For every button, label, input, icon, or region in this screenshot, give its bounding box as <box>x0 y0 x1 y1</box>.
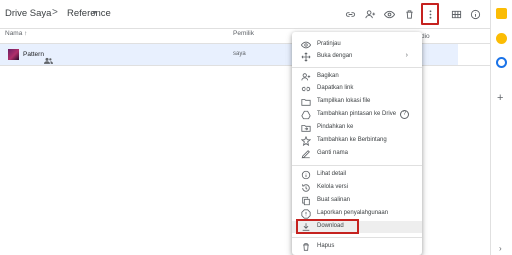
star-icon <box>301 136 311 146</box>
menu-item-label: Tambahkan pintasan ke Drive <box>317 111 397 117</box>
menu-item-make-copy[interactable]: Buat salinan <box>292 195 422 207</box>
add-addon-icon[interactable]: + <box>497 92 503 104</box>
header-bar: Drive Saya > Reference ▼ <box>0 0 490 28</box>
menu-divider <box>292 165 422 166</box>
keep-app-icon[interactable] <box>496 8 507 19</box>
tasks-app-icon[interactable] <box>496 33 507 44</box>
menu-item-label: Dapatkan link <box>317 85 354 91</box>
menu-item-show-file-location[interactable]: Tampilkan lokasi file <box>292 96 422 108</box>
file-name: Pattern <box>23 51 44 58</box>
menu-item-rename[interactable]: Ganti nama <box>292 148 422 160</box>
breadcrumb-root[interactable]: Drive Saya <box>5 8 51 19</box>
open-with-icon <box>301 52 311 62</box>
history-icon <box>301 183 311 193</box>
menu-item-label: Kelola versi <box>317 184 349 190</box>
menu-item-view-details[interactable]: Lihat detail <box>292 169 422 181</box>
shared-people-icon <box>44 51 53 64</box>
menu-item-get-link[interactable]: Dapatkan link <box>292 83 422 95</box>
menu-item-label: Buka dengan <box>317 53 353 59</box>
menu-item-label: Bagikan <box>317 73 339 79</box>
trash-icon[interactable] <box>400 6 418 22</box>
breadcrumb-separator-icon: > <box>52 7 58 18</box>
pencil-icon <box>301 149 311 159</box>
menu-item-label: Lihat detail <box>317 171 347 177</box>
trash-icon <box>301 242 311 252</box>
eye-icon[interactable] <box>380 6 398 22</box>
info-icon[interactable] <box>466 6 484 22</box>
folder-icon <box>301 97 311 107</box>
help-icon[interactable]: ? <box>400 110 409 119</box>
menu-item-add-star[interactable]: Tambahkan ke Berbintang <box>292 135 422 147</box>
menu-divider <box>292 67 422 68</box>
menu-item-label: Tambahkan ke Berbintang <box>317 137 387 143</box>
download-highlight <box>296 219 359 234</box>
image-file-icon <box>8 49 19 60</box>
link-icon <box>301 84 311 94</box>
info-icon <box>301 170 311 180</box>
menu-item-preview[interactable]: Pratinjau <box>292 39 422 51</box>
side-panel: + › <box>490 0 512 255</box>
menu-item-label: Pratinjau <box>317 41 341 47</box>
menu-item-label: Ganti nama <box>317 150 349 156</box>
column-header-name[interactable]: Nama ↑ <box>5 30 27 42</box>
menu-item-label: Buat salinan <box>317 197 351 203</box>
menu-divider <box>292 237 422 238</box>
menu-item-label: Hapus <box>317 243 335 249</box>
more-button-highlight <box>421 3 439 25</box>
breadcrumb-current[interactable]: Reference <box>67 8 111 19</box>
calendar-app-icon[interactable] <box>496 57 507 68</box>
add-person-icon[interactable] <box>361 6 379 22</box>
column-header-owner[interactable]: Pemilik <box>233 30 254 42</box>
move-to-icon <box>301 123 311 133</box>
column-header-modified[interactable]: dio <box>421 33 430 40</box>
header-divider <box>0 28 490 29</box>
link-icon[interactable] <box>341 6 359 22</box>
menu-item-label: Tampilkan lokasi file <box>317 98 371 104</box>
menu-item-share[interactable]: Bagikan <box>292 71 422 83</box>
menu-item-label: Pindahkan ke <box>317 124 354 130</box>
menu-item-delete[interactable]: Hapus <box>292 241 422 253</box>
grid-view-icon[interactable] <box>447 6 465 22</box>
menu-item-add-shortcut[interactable]: Tambahkan pintasan ke Drive ? <box>292 109 422 121</box>
breadcrumb-dropdown-icon[interactable]: ▼ <box>91 10 98 17</box>
file-owner: saya <box>233 51 246 57</box>
eye-icon <box>301 40 311 50</box>
submenu-arrow-icon: › <box>405 52 408 59</box>
menu-item-open-with[interactable]: Buka dengan › <box>292 51 422 63</box>
menu-item-manage-versions[interactable]: Kelola versi <box>292 182 422 194</box>
drive-shortcut-icon <box>301 110 311 120</box>
copy-icon <box>301 196 311 206</box>
menu-item-label: Laporkan penyalahgunaan <box>317 210 389 216</box>
menu-item-move-to[interactable]: Pindahkan ke <box>292 122 422 134</box>
add-person-icon <box>301 72 311 82</box>
report-icon <box>301 209 311 219</box>
expand-panel-icon[interactable]: › <box>499 244 502 253</box>
